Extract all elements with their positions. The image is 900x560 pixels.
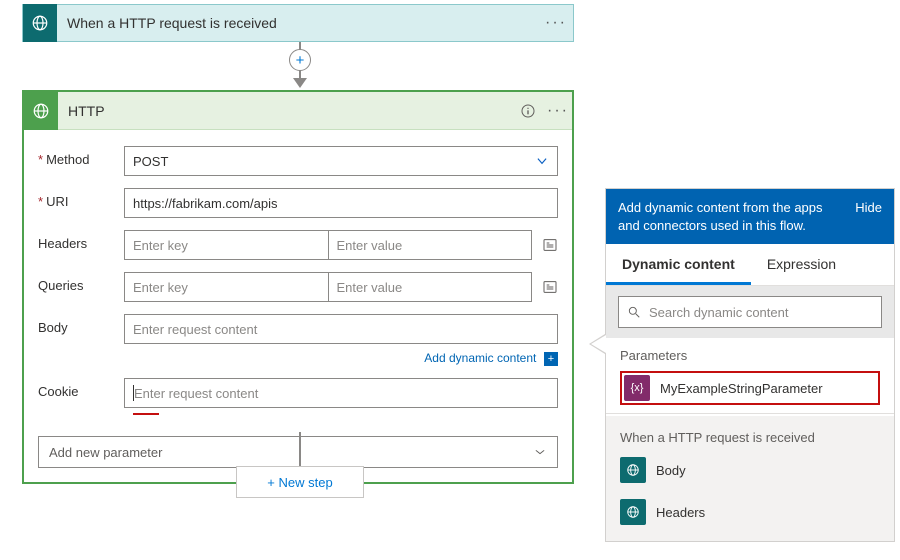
tab-dynamic-content[interactable]: Dynamic content bbox=[606, 244, 751, 285]
trigger-card[interactable]: When a HTTP request is received ··· bbox=[22, 4, 574, 42]
http-action-icon bbox=[24, 92, 58, 130]
tab-expression[interactable]: Expression bbox=[751, 244, 852, 285]
http-trigger-icon bbox=[23, 4, 57, 42]
parameter-icon: {x} bbox=[624, 375, 650, 401]
body-input[interactable]: Enter request content bbox=[124, 314, 558, 344]
queries-label: Queries bbox=[38, 272, 124, 293]
trigger-title: When a HTTP request is received bbox=[57, 15, 539, 31]
connector-line bbox=[299, 432, 301, 466]
add-dynamic-content-link[interactable]: Add dynamic content bbox=[424, 351, 536, 365]
dynamic-item-parameter[interactable]: {x} MyExampleStringParameter bbox=[620, 371, 880, 405]
queries-value-input[interactable]: Enter value bbox=[329, 272, 533, 302]
headers-key-input[interactable]: Enter key bbox=[124, 230, 329, 260]
uri-input[interactable]: https://fabrikam.com/apis bbox=[124, 188, 558, 218]
add-dynamic-content-icon[interactable]: + bbox=[544, 352, 558, 366]
action-menu-button[interactable]: ··· bbox=[544, 102, 572, 120]
http-action-card: HTTP ··· *Method POST *URI https://fabri… bbox=[22, 90, 574, 484]
cookie-input[interactable]: Enter request content bbox=[124, 378, 558, 408]
body-label: Body bbox=[38, 314, 124, 335]
headers-value-input[interactable]: Enter value bbox=[329, 230, 533, 260]
dynamic-content-panel: Add dynamic content from the apps and co… bbox=[605, 188, 895, 542]
http-trigger-icon bbox=[620, 499, 646, 525]
section-trigger-outputs: When a HTTP request is received bbox=[606, 420, 894, 453]
uri-label: *URI bbox=[38, 188, 124, 209]
headers-label: Headers bbox=[38, 230, 124, 251]
action-header[interactable]: HTTP ··· bbox=[24, 92, 572, 130]
info-icon[interactable] bbox=[520, 103, 544, 119]
dynamic-item-headers[interactable]: Headers bbox=[620, 495, 880, 529]
http-trigger-icon bbox=[620, 457, 646, 483]
method-select[interactable]: POST bbox=[124, 146, 558, 176]
chevron-down-icon bbox=[535, 154, 549, 168]
chevron-down-icon bbox=[533, 447, 547, 457]
method-label: *Method bbox=[38, 146, 124, 167]
queries-key-input[interactable]: Enter key bbox=[124, 272, 329, 302]
queries-text-mode-button[interactable] bbox=[542, 279, 558, 295]
flyout-pointer bbox=[591, 335, 606, 353]
add-parameter-select[interactable]: Add new parameter bbox=[38, 436, 558, 468]
divider bbox=[606, 413, 894, 414]
insert-step-button[interactable]: + bbox=[289, 49, 311, 71]
dynamic-item-body[interactable]: Body bbox=[620, 453, 880, 487]
search-icon bbox=[627, 305, 641, 319]
trigger-menu-button[interactable]: ··· bbox=[539, 14, 573, 32]
dynamic-content-banner: Add dynamic content from the apps and co… bbox=[606, 189, 894, 244]
headers-text-mode-button[interactable] bbox=[542, 237, 558, 253]
action-title: HTTP bbox=[58, 103, 520, 119]
arrow-down-icon bbox=[293, 78, 307, 88]
cookie-label: Cookie bbox=[38, 378, 124, 399]
search-dynamic-content-input[interactable]: Search dynamic content bbox=[618, 296, 882, 328]
method-value: POST bbox=[133, 154, 168, 169]
hide-button[interactable]: Hide bbox=[855, 199, 882, 217]
new-step-button[interactable]: + New step bbox=[236, 466, 364, 498]
section-parameters: Parameters bbox=[606, 338, 894, 371]
